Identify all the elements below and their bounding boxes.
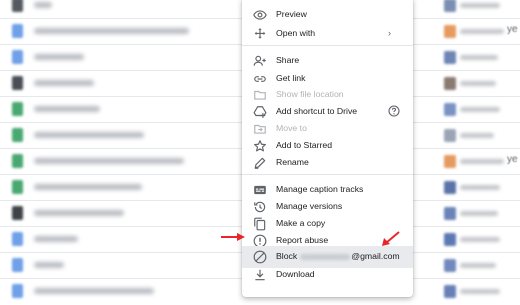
annotation-layer xyxy=(221,231,400,246)
red-arrow-icon xyxy=(382,231,400,246)
red-arrow-icon xyxy=(221,233,245,241)
